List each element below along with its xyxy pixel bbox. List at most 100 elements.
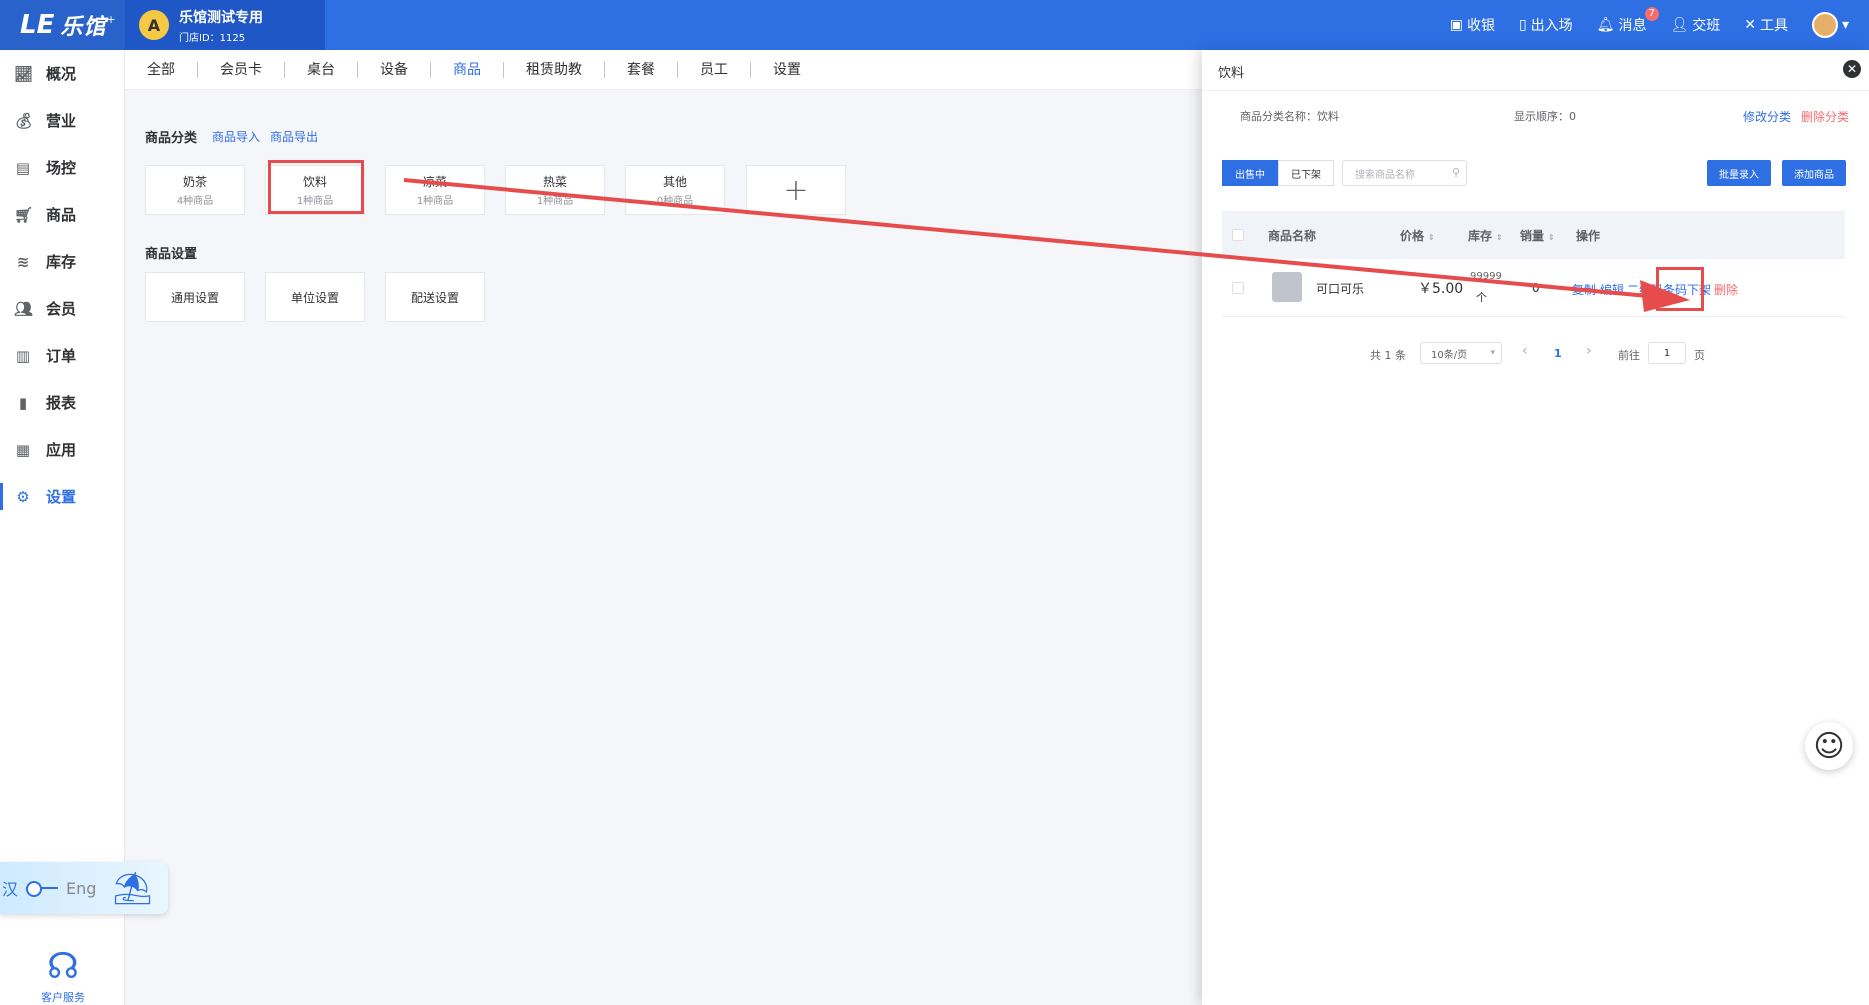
product-image [1272,272,1302,302]
tab-0[interactable]: 全部 [125,61,198,78]
search-icon: ⚲ [1451,166,1460,179]
sidebar: 📈︎ 概况 💰︎ 营业 ▤ 场控 🛒︎ 商品 ≋ 库存 👥︎ 会员 ▥ 订单 ▮ 报表 ▦ 应用 ⚙ 设置 汉 Eng… [0,50,168,1005]
page-size-select[interactable]: 10条/页 ▾ [1420,342,1502,364]
tab-8[interactable]: 设置 [751,62,823,78]
sidebar-item-1[interactable]: 💰︎ 营业 [0,97,124,144]
column-stock[interactable]: 库存 ⇕ [1468,227,1503,244]
category-card[interactable]: 奶茶 4种商品 [145,165,245,215]
close-icon[interactable]: ✕ [1843,60,1861,78]
sort-icon: ⇕ [1548,233,1555,242]
table-row: 可口可乐 ￥5.00 99999 个 0 复制 编辑 二维码条码 下架 删除 [1222,259,1845,317]
language-toggle[interactable]: 汉 Eng ⛱ [0,862,168,914]
tab-6[interactable]: 套餐 [605,61,678,78]
checkout-label: 收银 [1466,18,1495,34]
sidebar-item-0[interactable]: 📈︎ 概况 [0,50,124,97]
product-sales: 0 [1532,281,1540,295]
tools-button[interactable]: ✕ 工具 [1744,15,1788,35]
user-menu[interactable]: ▾ [1811,12,1849,38]
message-label: 消息 [1618,18,1647,34]
settings-card[interactable]: 配送设置 [385,272,485,322]
column-sales[interactable]: 销量 ⇕ [1520,227,1555,244]
lang-cn-label: 汉 [2,880,19,899]
tab-3[interactable]: 设备 [358,61,431,78]
top-actions: ▣ 收银 ▯ 出入场 🔔︎ 消息 7 👤︎ 交班 ✕ 工具 ▾ [1450,0,1849,50]
tab-1[interactable]: 会员卡 [198,61,285,78]
add-category-button[interactable]: + [746,165,846,215]
money-bag-icon: 💰︎ [14,111,34,130]
category-card[interactable]: 热菜 1种商品 [505,165,605,215]
sidebar-item-4[interactable]: ≋ 库存 [0,238,124,285]
add-product-button[interactable]: 添加商品 [1782,160,1846,186]
product-stock-unit: 个 [1476,291,1487,304]
checkout-button[interactable]: ▣ 收银 [1450,15,1495,35]
app-logo[interactable]: LE 乐馆 + [0,0,125,50]
handover-button[interactable]: 👤︎ 交班 [1670,15,1720,35]
toggle-switch-icon [26,881,59,897]
logo-mark: LE [20,10,55,40]
row-checkbox[interactable] [1232,282,1244,294]
tools-icon: ✕ [1744,17,1756,33]
sort-icon: ⇕ [1496,233,1503,242]
tab-on-sale[interactable]: 出售中 [1222,160,1278,186]
column-price[interactable]: 价格 ⇕ [1400,227,1435,244]
entry-button[interactable]: ▯ 出入场 [1519,15,1573,35]
sidebar-item-5[interactable]: 👥︎ 会员 [0,285,124,332]
tab-4[interactable]: 商品 [431,61,504,78]
import-products-link[interactable]: 商品导入 [212,128,260,145]
prev-page-button[interactable]: ‹ [1522,343,1528,359]
goto-page-input[interactable]: 1 [1648,342,1686,364]
sidebar-item-label: 订单 [46,347,77,365]
current-page[interactable]: 1 [1554,347,1562,360]
category-count: 1种商品 [536,196,574,207]
message-button[interactable]: 🔔︎ 消息 7 [1597,7,1660,35]
product-name: 可口可乐 [1316,282,1365,296]
category-name: 奶茶 [182,175,207,189]
product-search-input[interactable]: 搜索商品名称 ⚲ [1342,160,1467,186]
sidebar-item-label: 商品 [46,206,77,224]
sidebar-item-8[interactable]: ▦ 应用 [0,426,124,473]
column-actions: 操作 [1576,229,1601,243]
offshelf-product-link[interactable]: 下架 [1687,281,1711,298]
sidebar-item-7[interactable]: ▮ 报表 [0,379,124,426]
settings-card[interactable]: 通用设置 [145,272,245,322]
tab-2[interactable]: 桌台 [285,61,358,78]
category-card[interactable]: 饮料 1种商品 [265,165,365,215]
monitor-icon: ▤ [15,158,31,177]
category-count: 1种商品 [416,196,454,207]
sidebar-item-6[interactable]: ▥ 订单 [0,332,124,379]
sidebar-item-3[interactable]: 🛒︎ 商品 [0,191,124,238]
category-card[interactable]: 凉菜 1种商品 [385,165,485,215]
tab-5[interactable]: 租赁助教 [504,61,605,78]
tab-7[interactable]: 员工 [678,61,751,78]
goto-label: 前往 [1618,349,1640,362]
batch-entry-button[interactable]: 批量录入 [1707,160,1771,186]
user-switch-icon: 👤︎ [1670,17,1689,33]
sidebar-item-2[interactable]: ▤ 场控 [0,144,124,191]
settings-card[interactable]: 单位设置 [265,272,365,322]
status-tabs: 出售中 已下架 [1222,160,1334,186]
qrcode-link[interactable]: 二维码条码 [1627,281,1687,298]
category-name: 凉菜 [422,175,447,189]
edit-category-link[interactable]: 修改分类 [1743,108,1791,125]
delete-category-link[interactable]: 删除分类 [1801,108,1849,125]
sidebar-item-9[interactable]: ⚙ 设置 [0,473,124,520]
category-name: 其他 [662,175,687,189]
sidebar-item-label: 概况 [46,65,77,83]
page-suffix: 页 [1694,349,1705,362]
category-section-title: 商品分类 [145,131,198,146]
edit-product-link[interactable]: 编辑 [1600,281,1624,298]
assistant-avatar-button[interactable]: ☺ [1805,722,1853,770]
top-bar: LE 乐馆 + A 乐馆测试专用 门店ID：1125 ▣ 收银 ▯ 出入场 🔔︎… [0,0,1869,50]
category-drawer: 饮料 ✕ 商品分类名称：饮料 显示顺序：0 修改分类 删除分类 出售中 已下架 … [1202,50,1869,1005]
copy-product-link[interactable]: 复制 [1572,281,1596,298]
customer-service-button[interactable]: ☊ 客户服务 [38,945,88,1005]
store-switcher[interactable]: A 乐馆测试专用 门店ID：1125 [125,0,325,50]
select-all-checkbox[interactable] [1232,229,1244,241]
next-page-button[interactable]: › [1586,343,1592,359]
export-products-link[interactable]: 商品导出 [270,128,318,145]
delete-product-link[interactable]: 删除 [1714,281,1738,298]
table-header: 商品名称 价格 ⇕ 库存 ⇕ 销量 ⇕ 操作 [1222,211,1845,259]
tab-off-shelf[interactable]: 已下架 [1278,160,1334,186]
plus-icon: + [783,172,809,208]
category-card[interactable]: 其他 0种商品 [625,165,725,215]
